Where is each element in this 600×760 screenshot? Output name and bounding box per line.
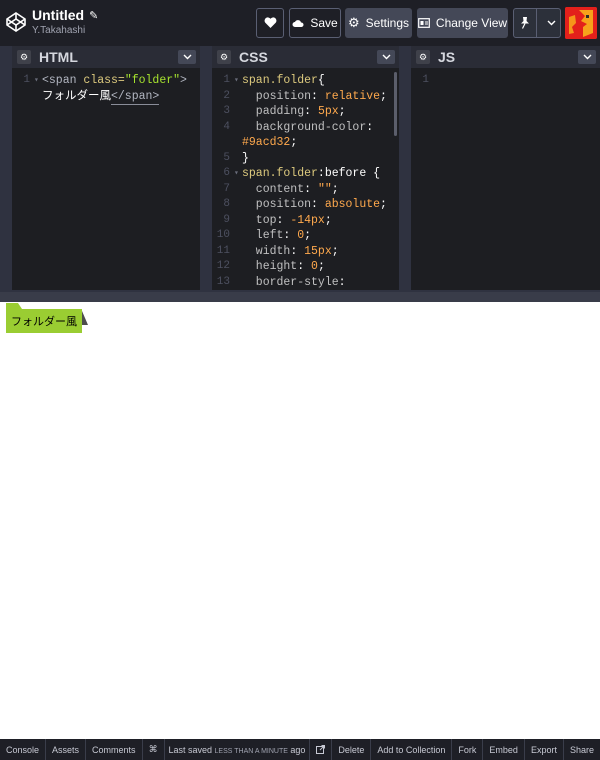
user-avatar[interactable] xyxy=(565,7,597,39)
chevron-down-icon[interactable] xyxy=(377,50,395,64)
css-code[interactable]: 1 ▾ span.folder{2 position: relative; 3 pad… xyxy=(212,68,399,290)
line-number: 5 xyxy=(223,151,230,164)
line-number: 10 xyxy=(216,229,230,241)
chevron-down-icon[interactable] xyxy=(543,9,560,37)
settings-label: Settings xyxy=(365,16,409,30)
code-line: フォルダー風 </span> xyxy=(12,89,200,106)
line-number: 12 xyxy=(216,260,230,272)
pin-icon[interactable] xyxy=(514,9,537,37)
code-line: 3 padding: 5px; xyxy=(212,104,399,120)
line-number: 9 xyxy=(223,213,230,226)
line-number: 7 xyxy=(223,182,230,195)
pane-resize-handle[interactable] xyxy=(200,46,212,292)
settings-button[interactable]: ⚙ Settings xyxy=(345,8,412,38)
heart-icon xyxy=(264,17,276,28)
editor-area: ⚙ HTML 1 ▾ <span class= "folder" > フォルダー風 <… xyxy=(0,46,600,292)
code-line: #9acd32; xyxy=(212,135,399,151)
css-scrollbar[interactable] xyxy=(394,72,397,136)
editor-resize-bar[interactable] xyxy=(0,292,600,302)
line-number: 1 xyxy=(23,74,30,86)
line-number: 11 xyxy=(216,244,230,257)
chevron-down-icon[interactable] xyxy=(578,50,596,64)
layout-icon xyxy=(418,18,430,28)
save-button[interactable]: Save xyxy=(289,8,341,38)
chevron-down-icon[interactable] xyxy=(178,50,196,64)
line-number: 13 xyxy=(216,275,230,288)
code-line: 9 top: -14px; xyxy=(212,213,399,229)
html-pane-title: HTML xyxy=(39,49,78,65)
fork-button[interactable]: Fork xyxy=(451,739,482,760)
line-number: 1 xyxy=(223,74,230,86)
gear-icon: ⚙ xyxy=(347,15,360,30)
export-button[interactable]: Export xyxy=(523,739,563,760)
code-line: 4 background-color: xyxy=(212,120,399,136)
code-line: 12 height: 0; xyxy=(212,259,399,275)
code-line: 1 ▾ <span class= "folder" > xyxy=(12,73,200,89)
footer-bar: Console Assets Comments ⌘ Last saved LES… xyxy=(0,739,600,760)
code-line: 5} xyxy=(212,151,399,167)
line-number: 2 xyxy=(223,89,230,102)
embed-button[interactable]: Embed xyxy=(482,739,524,760)
html-editor-pane: ⚙ HTML 1 ▾ <span class= "folder" > フォルダー風 <… xyxy=(12,46,200,290)
top-bar: Untitled ✎ Y.Takahashi Save ⚙ Settings C… xyxy=(0,0,600,46)
line-number: 1 xyxy=(422,74,429,86)
author-name[interactable]: Y.Takahashi xyxy=(32,25,98,36)
fold-arrow-icon[interactable]: ▾ xyxy=(234,73,242,89)
js-pane-header: ⚙ JS xyxy=(411,46,600,68)
pin-menu-button[interactable] xyxy=(513,8,561,38)
keyboard-shortcuts-button[interactable]: ⌘ xyxy=(143,739,165,760)
code-line: 8 position: absolute; xyxy=(212,197,399,213)
gear-icon[interactable]: ⚙ xyxy=(416,50,430,64)
code-line: 11 width: 15px; xyxy=(212,244,399,260)
external-link-icon[interactable] xyxy=(309,739,331,760)
code-line: 6 ▾ span.folder:before { xyxy=(212,166,399,182)
cloud-icon xyxy=(292,19,304,27)
gear-icon[interactable]: ⚙ xyxy=(217,50,231,64)
js-code[interactable]: 1 xyxy=(411,68,600,89)
change-view-label: Change View xyxy=(435,16,508,30)
comments-button[interactable]: Comments xyxy=(86,739,143,760)
last-saved-status: Last saved LESS THAN A MINUTE ago xyxy=(168,744,306,755)
js-editor-pane: ⚙ JS 1 xyxy=(411,46,600,290)
pen-title[interactable]: Untitled xyxy=(32,7,84,23)
gear-icon[interactable]: ⚙ xyxy=(17,50,31,64)
code-line: 2 position: relative; xyxy=(212,89,399,105)
js-pane-title: JS xyxy=(438,49,456,65)
css-pane-title: CSS xyxy=(239,49,268,65)
line-number: 4 xyxy=(223,120,230,133)
line-number: 6 xyxy=(223,167,230,179)
delete-button[interactable]: Delete xyxy=(331,739,370,760)
code-line: 7 content: ""; xyxy=(212,182,399,198)
console-button[interactable]: Console xyxy=(0,739,47,760)
change-view-button[interactable]: Change View xyxy=(417,8,508,38)
line-number xyxy=(212,135,234,151)
assets-button[interactable]: Assets xyxy=(46,739,87,760)
line-number: 8 xyxy=(223,198,230,210)
code-line: 1 ▾ span.folder{ xyxy=(212,73,399,89)
codepen-logo-icon[interactable] xyxy=(6,12,26,32)
pencil-icon[interactable]: ✎ xyxy=(89,9,98,22)
pane-resize-handle[interactable] xyxy=(399,46,411,292)
html-pane-header: ⚙ HTML xyxy=(12,46,200,68)
code-line: 1 xyxy=(411,73,600,89)
html-code[interactable]: 1 ▾ <span class= "folder" > フォルダー風 </span> xyxy=(12,68,200,105)
fold-arrow-icon[interactable]: ▾ xyxy=(234,166,242,182)
pen-title-block: Untitled ✎ Y.Takahashi xyxy=(32,7,98,36)
code-line: 10 left: 0; xyxy=(212,228,399,244)
line-number xyxy=(12,89,34,106)
css-editor-pane: ⚙ CSS 1 ▾ span.folder{2 position: relative… xyxy=(212,46,399,290)
line-number: 3 xyxy=(223,105,230,117)
fold-arrow-icon[interactable]: ▾ xyxy=(34,73,42,89)
heart-button[interactable] xyxy=(256,8,284,38)
save-label: Save xyxy=(310,16,338,30)
share-button[interactable]: Share xyxy=(562,739,600,760)
css-pane-header: ⚙ CSS xyxy=(212,46,399,68)
folder-label: フォルダー風 xyxy=(6,303,88,333)
result-preview: フォルダー風 xyxy=(0,302,600,739)
add-to-collection-button[interactable]: Add to Collection xyxy=(370,739,451,760)
code-line: 13 border-style: xyxy=(212,275,399,291)
